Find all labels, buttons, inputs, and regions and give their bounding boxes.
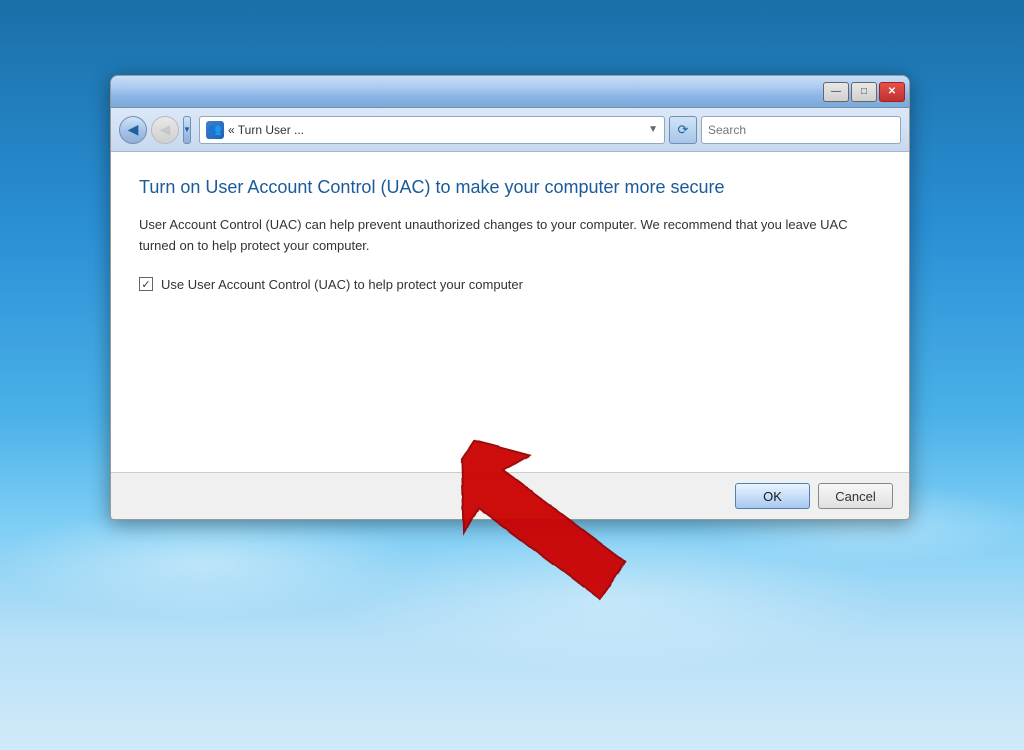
uac-checkbox-row: Use User Account Control (UAC) to help p…: [139, 277, 881, 292]
breadcrumb-bar: 👥 « Turn User ... ▼: [199, 116, 665, 144]
navigation-bar: ◀ ◀ ▼ 👥 « Turn User ... ▼ ⟳: [111, 108, 909, 152]
search-input[interactable]: [708, 123, 894, 137]
title-bar: — □ ✕: [111, 76, 909, 108]
breadcrumb-text: « Turn User ...: [228, 123, 644, 137]
forward-button[interactable]: ◀: [151, 116, 179, 144]
main-heading: Turn on User Account Control (UAC) to ma…: [139, 176, 881, 199]
action-bar: OK Cancel: [111, 472, 909, 519]
maximize-button[interactable]: □: [851, 82, 877, 102]
refresh-button[interactable]: ⟳: [669, 116, 697, 144]
search-bar: [701, 116, 901, 144]
uac-checkbox[interactable]: [139, 277, 153, 291]
cancel-button[interactable]: Cancel: [818, 483, 893, 509]
minimize-button[interactable]: —: [823, 82, 849, 102]
back-icon: ◀: [128, 121, 139, 138]
ok-button[interactable]: OK: [735, 483, 810, 509]
nav-dropdown-button[interactable]: ▼: [183, 116, 191, 144]
uac-checkbox-label: Use User Account Control (UAC) to help p…: [161, 277, 523, 292]
back-button[interactable]: ◀: [119, 116, 147, 144]
close-button[interactable]: ✕: [879, 82, 905, 102]
breadcrumb-dropdown-icon: ▼: [648, 124, 658, 135]
refresh-icon: ⟳: [678, 122, 689, 138]
uac-window: — □ ✕ ◀ ◀ ▼ 👥 « Turn User ... ▼: [110, 75, 910, 520]
forward-icon: ◀: [160, 121, 171, 138]
content-area: Turn on User Account Control (UAC) to ma…: [111, 152, 909, 472]
title-bar-buttons: — □ ✕: [823, 82, 905, 102]
chevron-down-icon: ▼: [183, 125, 191, 134]
users-icon: 👥: [206, 121, 224, 139]
description-text: User Account Control (UAC) can help prev…: [139, 215, 881, 257]
